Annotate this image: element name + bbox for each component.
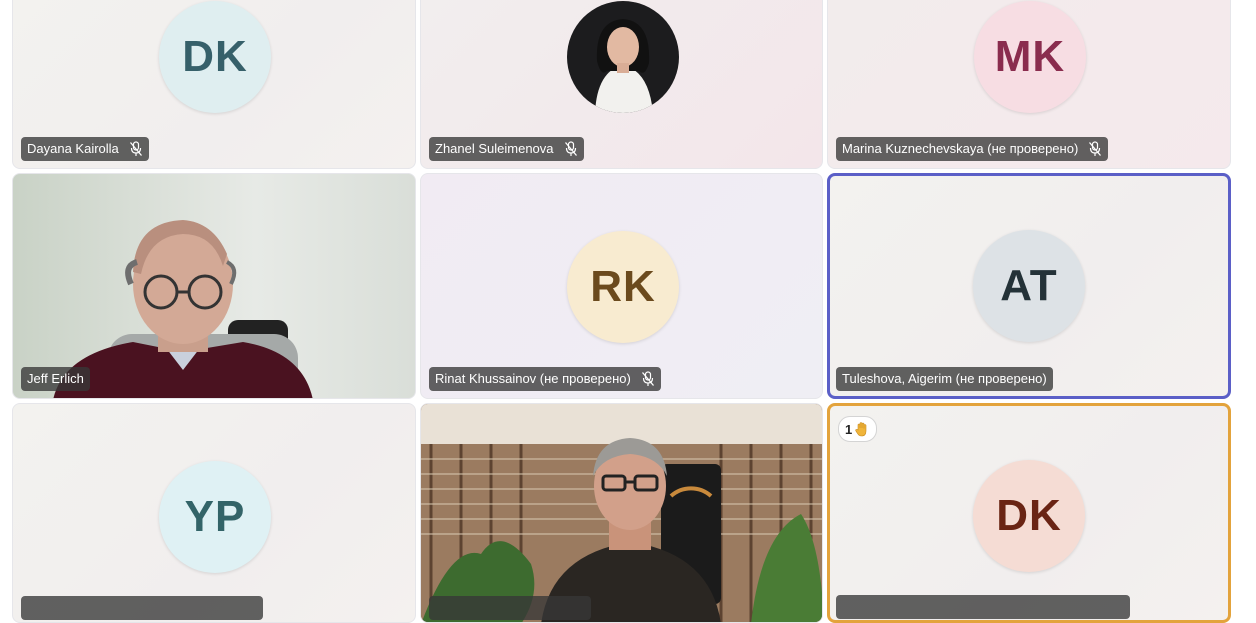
- participant-tile-rinat[interactable]: RK Rinat Khussainov (не проверено): [420, 173, 823, 399]
- participant-tile-aigerim[interactable]: AT Tuleshova, Aigerim (не проверено): [827, 173, 1231, 399]
- name-tag: Marina Kuznechevskaya (не проверено): [836, 137, 1109, 161]
- raised-hand-badge: 1: [838, 416, 878, 442]
- participant-name: Rinat Khussainov (не проверено): [435, 371, 631, 386]
- avatar-at: AT: [973, 230, 1085, 342]
- participant-name: Dayana Kairolla: [27, 141, 119, 156]
- participant-tile-yp[interactable]: YP: [12, 403, 416, 623]
- participant-tile-dk-hand[interactable]: 1 DK: [827, 403, 1231, 623]
- participant-tile-video[interactable]: [420, 403, 823, 623]
- raised-hand-icon: [855, 422, 867, 437]
- participant-video-feed: [421, 404, 822, 622]
- mic-off-icon: [129, 141, 142, 156]
- participant-name: Zhanel Suleimenova: [435, 141, 554, 156]
- name-tag: [836, 595, 1130, 619]
- avatar-dk: DK: [159, 1, 271, 113]
- participant-tile-marina[interactable]: MK Marina Kuznechevskaya (не проверено): [827, 0, 1231, 169]
- participant-name: Jeff Erlich: [27, 371, 84, 386]
- avatar-yp: YP: [159, 461, 271, 573]
- avatar-rk: RK: [567, 231, 679, 343]
- name-tag: Tuleshova, Aigerim (не проверено): [836, 367, 1053, 391]
- mic-off-icon: [641, 371, 654, 386]
- mic-off-icon: [1089, 141, 1102, 156]
- name-tag: Rinat Khussainov (не проверено): [429, 367, 661, 391]
- participant-tile-zhanel[interactable]: Zhanel Suleimenova: [420, 0, 823, 169]
- name-tag: Dayana Kairolla: [21, 137, 149, 161]
- participant-tile-jeff[interactable]: Jeff Erlich: [12, 173, 416, 399]
- participant-name: Tuleshova, Aigerim (не проверено): [842, 371, 1047, 386]
- video-grid: DK Dayana Kairolla Zhanel Suleimenova MK…: [0, 0, 1256, 623]
- participant-video-feed: [13, 174, 415, 398]
- avatar-mk: MK: [974, 1, 1086, 113]
- name-tag: Jeff Erlich: [21, 367, 90, 391]
- participant-name: Marina Kuznechevskaya (не проверено): [842, 141, 1079, 156]
- name-tag: Zhanel Suleimenova: [429, 137, 584, 161]
- participant-photo-avatar: [567, 1, 679, 113]
- mic-off-icon: [564, 141, 577, 156]
- participant-tile-dayana[interactable]: DK Dayana Kairolla: [12, 0, 416, 169]
- avatar-dk: DK: [973, 460, 1085, 572]
